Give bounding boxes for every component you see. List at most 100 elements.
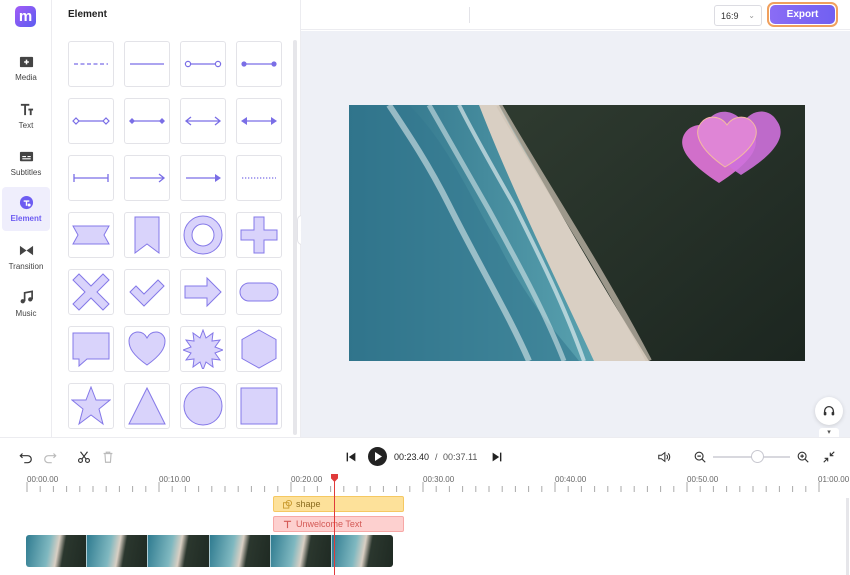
zoom-in-icon <box>797 451 809 463</box>
skip-back-icon <box>346 452 356 462</box>
shape-track-label: shape <box>296 499 321 509</box>
volume-icon <box>658 451 671 463</box>
nav-media-label: Media <box>15 73 37 82</box>
support-button[interactable] <box>815 397 843 425</box>
element-bar-line[interactable] <box>68 155 114 201</box>
element-cross[interactable] <box>68 269 114 315</box>
volume-button[interactable] <box>657 450 671 464</box>
element-line-diamond-ends[interactable] <box>124 98 170 144</box>
element-solid-line[interactable] <box>124 41 170 87</box>
export-button[interactable]: Export <box>770 5 835 24</box>
editor-app: m Media Text Subtitles Element Transitio… <box>0 0 850 575</box>
current-time: 00:23.40 <box>394 452 430 462</box>
chevron-down-icon: ⌄ <box>748 11 755 20</box>
timeline: 00:23.40 / 00:37.11 00:00.00 00:10.00 00… <box>0 437 850 575</box>
zoom-slider-handle[interactable] <box>751 450 765 463</box>
element-starburst[interactable] <box>180 326 226 372</box>
collapse-arrows-icon <box>823 451 835 463</box>
ruler-ticks <box>26 482 820 492</box>
clip-thumbnail <box>87 535 149 567</box>
nav-element[interactable]: Element <box>2 187 50 231</box>
clip-thumbnail <box>209 535 271 567</box>
text-track-label: Unwelcome Text <box>296 519 362 529</box>
total-time: 00:37.11 <box>443 452 478 462</box>
undo-icon <box>19 453 32 464</box>
delete-button[interactable] <box>101 450 115 464</box>
element-plus[interactable] <box>236 212 282 258</box>
time-ruler[interactable]: 00:00.00 00:10.00 00:20.00 00:30.00 00:4… <box>0 470 850 492</box>
clip-thumbnail <box>270 535 332 567</box>
nav-subtitles-label: Subtitles <box>10 168 42 177</box>
skip-forward-icon <box>492 452 502 462</box>
text-track-clip[interactable]: Unwelcome Text <box>273 516 404 532</box>
skip-forward-button[interactable] <box>490 450 504 464</box>
zoom-out-button[interactable] <box>693 450 707 464</box>
element-line-dot-ends[interactable] <box>236 41 282 87</box>
element-panel: Element <box>52 0 301 437</box>
element-grid <box>68 41 284 429</box>
element-speech-bubble[interactable] <box>68 326 114 372</box>
clip-thumbnail <box>148 535 210 567</box>
element-ring[interactable] <box>180 212 226 258</box>
element-hexagon[interactable] <box>236 326 282 372</box>
element-icon <box>19 195 33 210</box>
playhead-line[interactable] <box>334 475 335 575</box>
nav-subtitles[interactable]: Subtitles <box>2 141 50 185</box>
beach-video-frame <box>349 105 805 361</box>
nav-transition-label: Transition <box>8 262 44 271</box>
app-logo[interactable]: m <box>15 6 36 27</box>
undo-button[interactable] <box>19 450 33 464</box>
element-double-arrow-solid[interactable] <box>236 98 282 144</box>
element-line-circle-ends[interactable] <box>180 41 226 87</box>
preview-stage: ▾ <box>301 31 850 437</box>
nav-media[interactable]: Media <box>2 46 50 90</box>
play-button[interactable] <box>368 447 387 466</box>
play-icon <box>374 452 382 461</box>
clip-thumbnail <box>26 535 88 567</box>
element-dotted-line[interactable] <box>236 155 282 201</box>
element-arrow-line-solid[interactable] <box>180 155 226 201</box>
stage-dropdown-toggle[interactable]: ▾ <box>819 428 839 437</box>
element-arrow-block[interactable] <box>180 269 226 315</box>
element-line-diamond-outline-ends[interactable] <box>68 98 114 144</box>
zoom-out-icon <box>694 451 706 463</box>
scissors-icon <box>78 451 90 463</box>
element-double-arrow-open[interactable] <box>180 98 226 144</box>
element-rounded-rectangle[interactable] <box>236 269 282 315</box>
nav-text[interactable]: Text <box>2 94 50 138</box>
nav-transition[interactable]: Transition <box>2 235 50 279</box>
top-bar: 16:9 ⌄ Export <box>301 0 850 30</box>
clip-thumbnail <box>331 535 393 567</box>
video-track-clip[interactable] <box>26 535 393 567</box>
aspect-ratio-select[interactable]: 16:9 ⌄ <box>714 5 762 26</box>
trash-icon <box>103 451 113 463</box>
element-dashed-line[interactable] <box>68 41 114 87</box>
zoom-in-button[interactable] <box>796 450 810 464</box>
element-ribbon-banner[interactable] <box>68 212 114 258</box>
element-circle[interactable] <box>180 383 226 429</box>
split-button[interactable] <box>77 450 91 464</box>
element-heart[interactable] <box>124 326 170 372</box>
video-preview[interactable] <box>349 105 805 361</box>
shape-icon <box>283 499 292 509</box>
timeline-scrollbar[interactable] <box>846 498 849 575</box>
fit-timeline-button[interactable] <box>822 450 836 464</box>
caret-down-icon: ▾ <box>827 429 831 436</box>
element-triangle[interactable] <box>124 383 170 429</box>
element-bookmark[interactable] <box>124 212 170 258</box>
nav-music-label: Music <box>15 309 37 318</box>
nav-music[interactable]: Music <box>2 282 50 326</box>
redo-icon <box>44 453 57 464</box>
element-arrow-line-open[interactable] <box>124 155 170 201</box>
headset-icon <box>823 405 835 416</box>
element-star[interactable] <box>68 383 114 429</box>
skip-back-button[interactable] <box>344 450 358 464</box>
redo-button[interactable] <box>43 450 57 464</box>
element-square[interactable] <box>236 383 282 429</box>
divider <box>469 7 470 23</box>
element-checkmark[interactable] <box>124 269 170 315</box>
nav-text-label: Text <box>18 121 34 130</box>
shape-track-clip[interactable]: shape <box>273 496 404 512</box>
export-button-focus-ring: Export <box>767 2 838 27</box>
nav-element-label: Element <box>10 214 42 223</box>
